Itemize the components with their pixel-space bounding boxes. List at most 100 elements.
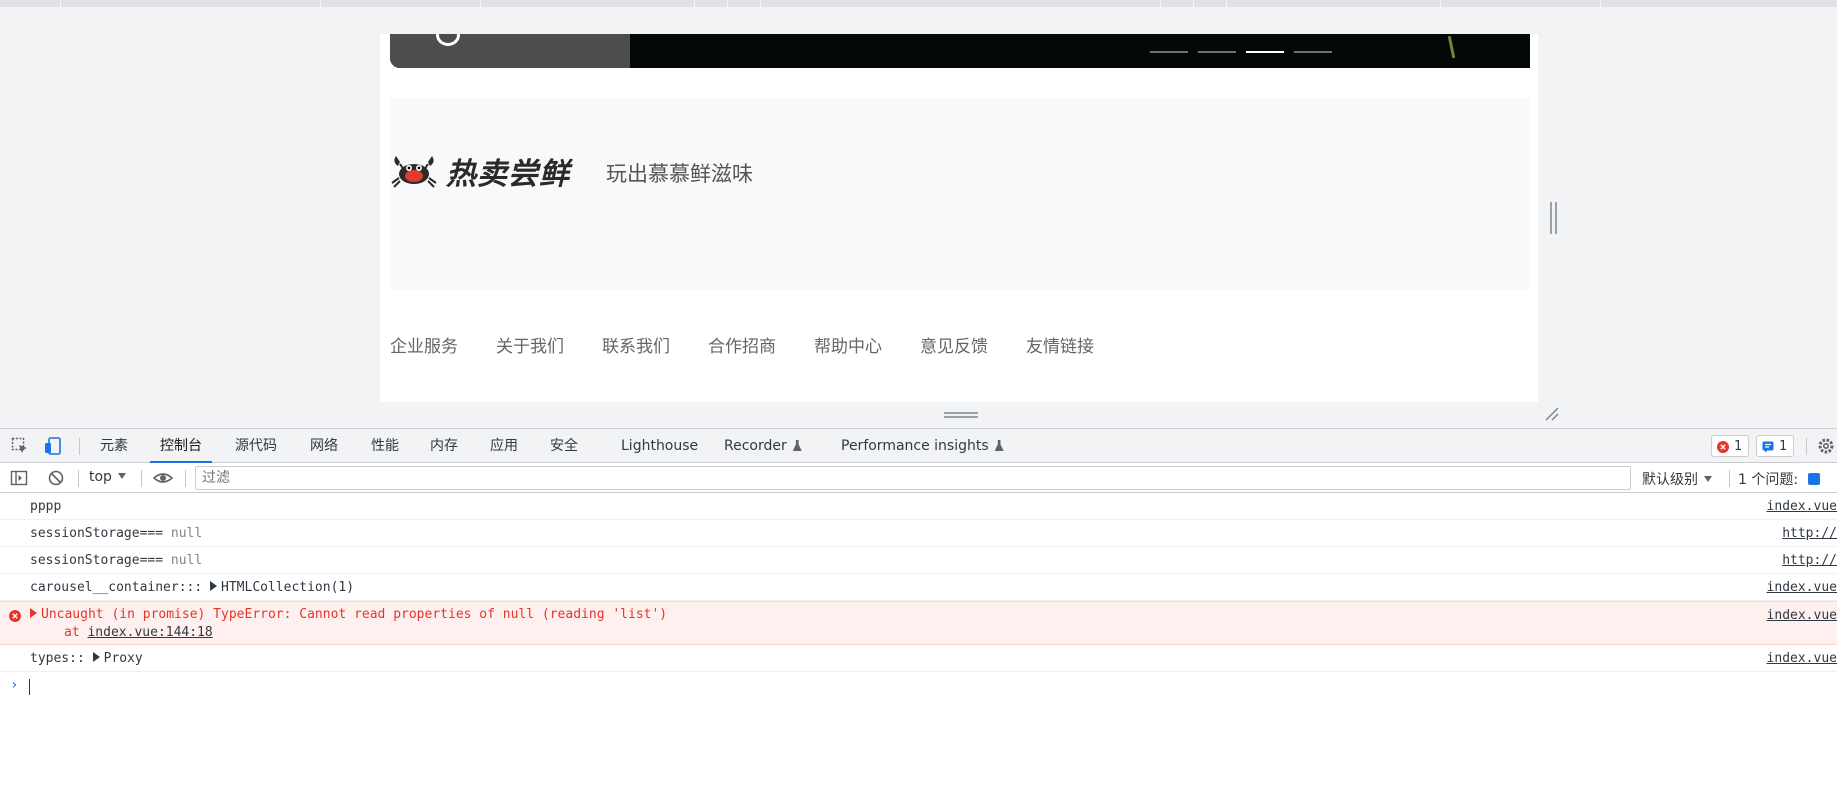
carousel-indicator[interactable] bbox=[1150, 51, 1188, 53]
promo-subtitle: 玩出慕慕鲜滋味 bbox=[606, 162, 753, 186]
message-icon bbox=[1762, 441, 1774, 453]
chevron-down-icon bbox=[117, 473, 126, 479]
console-row: sessionStorage=== null http:// bbox=[0, 520, 1837, 547]
devtools-panel: 元素 控制台 源代码 网络 性能 内存 应用 安全 Lighthouse Rec… bbox=[0, 428, 1837, 787]
log-level-value: 默认级别 bbox=[1642, 472, 1698, 488]
trace-prefix: at bbox=[64, 625, 80, 640]
tab-memory[interactable]: 内存 bbox=[430, 429, 458, 463]
console-row: pppp index.vue bbox=[0, 493, 1837, 520]
viewport-corner-resize-handle[interactable] bbox=[1544, 406, 1560, 422]
show-sidebar-icon[interactable] bbox=[10, 469, 28, 487]
tab-network[interactable]: 网络 bbox=[310, 429, 338, 463]
footer-link-contact[interactable]: 联系我们 bbox=[602, 332, 670, 357]
console-prompt-row[interactable]: › bbox=[0, 672, 1837, 702]
live-expression-eye-icon[interactable] bbox=[153, 469, 173, 487]
carousel-indicators bbox=[1150, 51, 1332, 53]
source-link[interactable]: index.vue bbox=[1767, 651, 1837, 666]
carousel-indicator[interactable] bbox=[1294, 51, 1332, 53]
message-count-badge[interactable]: 1 bbox=[1756, 435, 1795, 457]
inspect-element-icon[interactable] bbox=[11, 437, 29, 455]
message-text: sessionStorage=== bbox=[30, 526, 164, 541]
chevron-down-icon bbox=[1704, 476, 1712, 482]
top-ruler bbox=[0, 0, 1837, 7]
issues-label: 1 个问题: bbox=[1738, 472, 1799, 488]
context-selector[interactable]: top bbox=[89, 469, 126, 485]
carousel-left-panel bbox=[390, 34, 630, 68]
experiment-flask-icon bbox=[994, 440, 1004, 451]
source-link[interactable]: http:// bbox=[1782, 553, 1837, 568]
expand-triangle-icon[interactable] bbox=[30, 608, 37, 618]
device-toolbar-icon[interactable] bbox=[44, 437, 62, 455]
source-link[interactable]: index.vue bbox=[1767, 608, 1837, 623]
tab-performance-insights-label: Performance insights bbox=[841, 438, 989, 454]
error-stack-trace: at index.vue:144:18 bbox=[64, 625, 213, 640]
tab-lighthouse[interactable]: Lighthouse bbox=[621, 429, 698, 463]
console-message: sessionStorage=== null bbox=[30, 526, 202, 541]
banner-image-detail bbox=[1447, 35, 1456, 59]
footer-link-about[interactable]: 关于我们 bbox=[496, 332, 564, 357]
viewport-bottom-resize-handle[interactable] bbox=[944, 412, 978, 418]
footer-link-feedback[interactable]: 意见反馈 bbox=[920, 332, 988, 357]
source-link[interactable]: http:// bbox=[1782, 526, 1837, 541]
promo-title: 热卖尝鲜 bbox=[446, 157, 570, 192]
viewport-side-resize-handle[interactable] bbox=[1550, 202, 1557, 234]
clear-console-icon[interactable] bbox=[47, 469, 65, 487]
tab-security[interactable]: 安全 bbox=[550, 429, 578, 463]
context-value: top bbox=[89, 469, 112, 485]
web-page: 热卖尝鲜 玩出慕慕鲜滋味 企业服务 关于我们 联系我们 合作招商 帮助中心 意见… bbox=[380, 34, 1538, 402]
error-count-badge[interactable]: 1 bbox=[1711, 435, 1750, 457]
text-cursor bbox=[29, 679, 30, 695]
log-level-selector[interactable]: 默认级别 bbox=[1642, 469, 1712, 489]
carousel-banner[interactable] bbox=[390, 34, 1530, 68]
console-toolbar: top 默认级别 1 个问题: bbox=[0, 463, 1837, 493]
carousel-indicator[interactable] bbox=[1198, 51, 1236, 53]
message-value: null bbox=[170, 553, 203, 568]
promo-section: 热卖尝鲜 玩出慕慕鲜滋味 bbox=[390, 98, 1530, 290]
error-count: 1 bbox=[1734, 439, 1743, 454]
error-text: Uncaught (in promise) TypeError: Cannot … bbox=[41, 607, 668, 622]
tab-recorder[interactable]: Recorder bbox=[724, 429, 802, 463]
source-link[interactable]: index.vue bbox=[1767, 580, 1837, 595]
message-count: 1 bbox=[1779, 439, 1788, 454]
error-icon bbox=[1717, 441, 1729, 453]
console-message: types:: Proxy bbox=[30, 651, 143, 666]
footer-link-help[interactable]: 帮助中心 bbox=[814, 332, 882, 357]
console-error-row: Uncaught (in promise) TypeError: Cannot … bbox=[0, 601, 1837, 645]
carousel-indicator-active[interactable] bbox=[1246, 51, 1284, 53]
issues-button[interactable]: 1 个问题: bbox=[1738, 469, 1821, 489]
console-message: sessionStorage=== null bbox=[30, 553, 202, 568]
message-value: null bbox=[170, 526, 203, 541]
error-icon bbox=[9, 610, 21, 622]
message-text: carousel__container::: bbox=[30, 580, 203, 595]
footer-link-friends[interactable]: 友情链接 bbox=[1026, 332, 1094, 357]
tab-application[interactable]: 应用 bbox=[490, 429, 518, 463]
tab-elements[interactable]: 元素 bbox=[100, 429, 128, 463]
experiment-flask-icon bbox=[792, 440, 802, 451]
tab-performance-insights[interactable]: Performance insights bbox=[841, 429, 1004, 463]
console-message: pppp bbox=[30, 499, 62, 514]
message-value[interactable]: Proxy bbox=[104, 651, 143, 666]
console-filter-input[interactable] bbox=[195, 466, 1631, 490]
tab-recorder-label: Recorder bbox=[724, 438, 787, 454]
message-text: sessionStorage=== bbox=[30, 553, 164, 568]
footer-link-partnership[interactable]: 合作招商 bbox=[708, 332, 776, 357]
tab-performance[interactable]: 性能 bbox=[371, 429, 399, 463]
tab-sources[interactable]: 源代码 bbox=[235, 429, 277, 463]
crab-icon bbox=[391, 156, 437, 188]
console-message: carousel__container::: HTMLCollection(1) bbox=[30, 580, 354, 595]
console-row: types:: Proxy index.vue bbox=[0, 645, 1837, 672]
console-row: sessionStorage=== null http:// bbox=[0, 547, 1837, 574]
tab-console[interactable]: 控制台 bbox=[150, 429, 212, 463]
expand-triangle-icon[interactable] bbox=[210, 581, 218, 591]
source-link[interactable]: index.vue bbox=[1767, 499, 1837, 514]
footer-link-enterprise[interactable]: 企业服务 bbox=[390, 332, 458, 357]
page-viewport: 热卖尝鲜 玩出慕慕鲜滋味 企业服务 关于我们 联系我们 合作招商 帮助中心 意见… bbox=[0, 0, 1837, 428]
console-messages: pppp index.vue sessionStorage=== null ht… bbox=[0, 493, 1837, 702]
error-message: Uncaught (in promise) TypeError: Cannot … bbox=[30, 607, 667, 622]
prompt-chevron-icon: › bbox=[10, 677, 19, 693]
expand-triangle-icon[interactable] bbox=[92, 652, 100, 662]
message-value[interactable]: HTMLCollection(1) bbox=[221, 580, 354, 595]
trace-link[interactable]: index.vue:144:18 bbox=[87, 625, 212, 640]
settings-gear-icon[interactable] bbox=[1817, 437, 1835, 455]
console-row: carousel__container::: HTMLCollection(1)… bbox=[0, 574, 1837, 601]
